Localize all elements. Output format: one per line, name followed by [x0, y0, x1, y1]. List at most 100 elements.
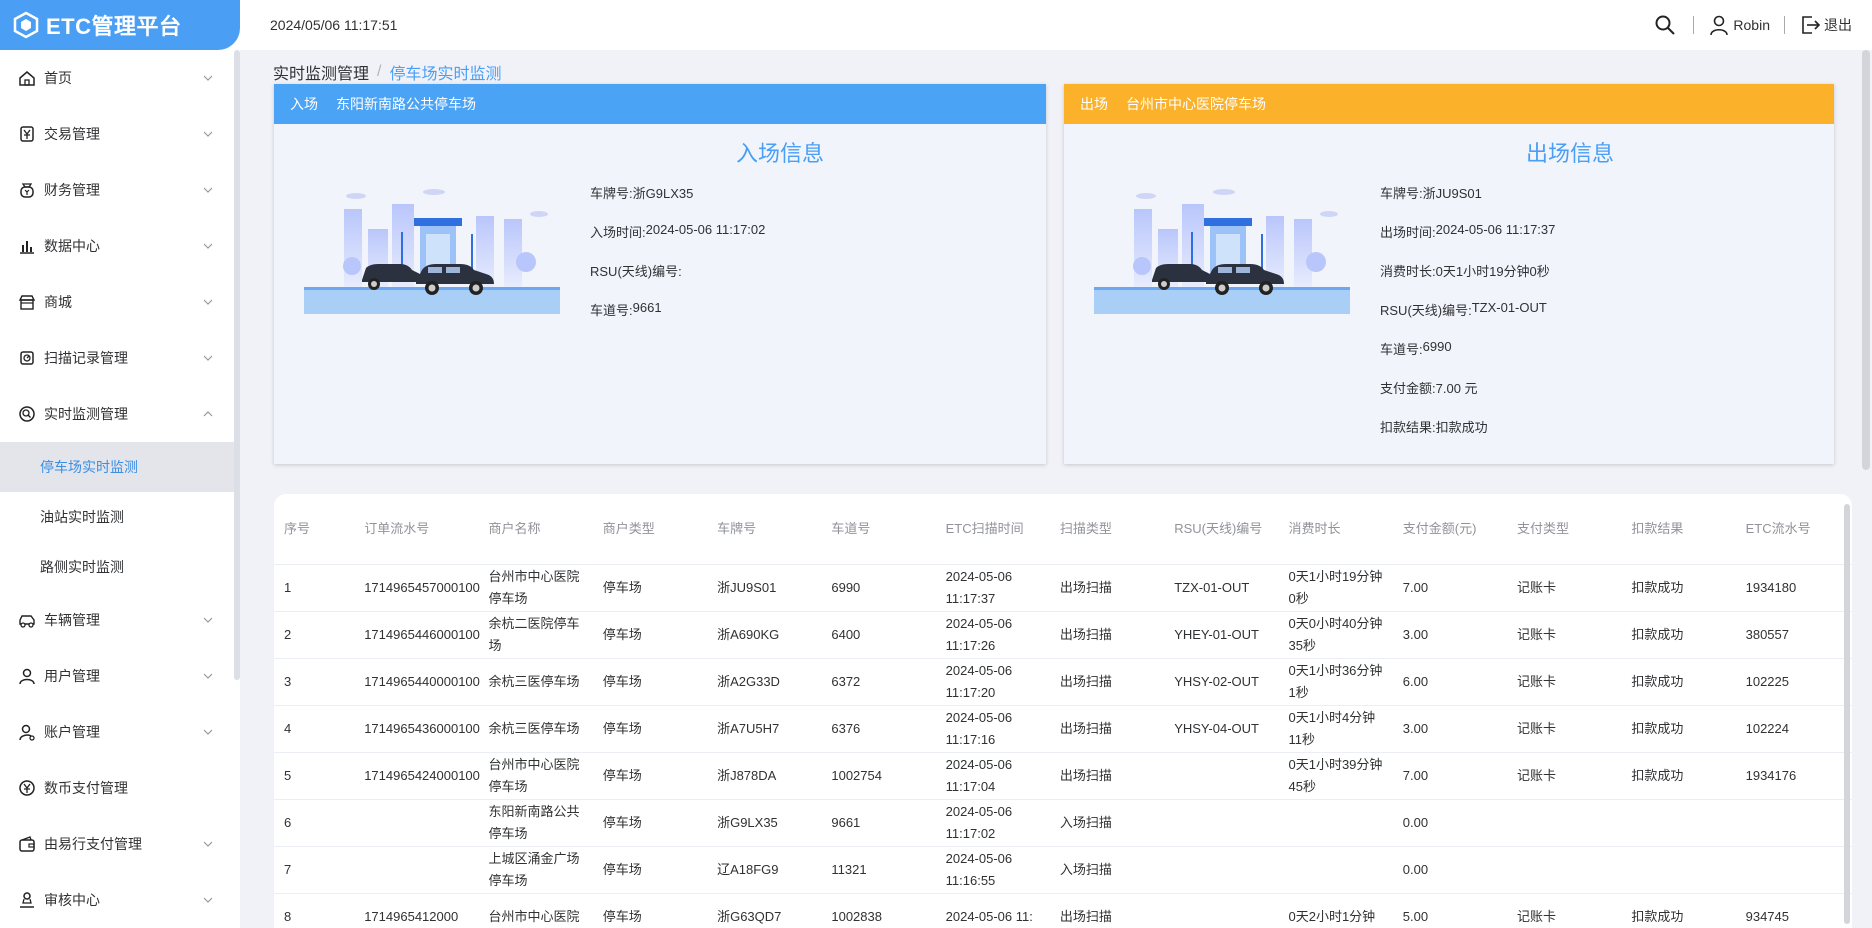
- sidebar-item-0[interactable]: 首页: [0, 50, 240, 106]
- sidebar-item-6[interactable]: 实时监测管理: [0, 386, 240, 442]
- table-row[interactable]: 5 1714965424000100 台州市中心医院停车场 停车场 浙J878DA 100…: [274, 752, 1852, 800]
- column-header[interactable]: 序号: [274, 494, 355, 565]
- column-header[interactable]: ETC扫描时间: [935, 494, 1050, 565]
- chevron-up-icon: [203, 411, 213, 417]
- sidebar-scrollbar[interactable]: [234, 50, 240, 680]
- table-row[interactable]: 2 1714965446000100 余杭二医院停车场 停车场 浙A690KG 6400 2…: [274, 611, 1852, 659]
- sidebar-item-3[interactable]: 数据中心: [0, 218, 240, 274]
- column-header[interactable]: 商户名称: [478, 494, 593, 565]
- table-cell: 停车场: [592, 564, 708, 612]
- user-menu[interactable]: Robin: [1708, 14, 1770, 36]
- sidebar-item-11[interactable]: 由易行支付管理: [0, 816, 240, 872]
- column-header[interactable]: ETC流水号: [1735, 494, 1852, 565]
- sidebar-menu: 首页 交易管理 财务管理数据中心商城扫描记录管理 实时监测管理 停车场实时监测 油站实时监…: [0, 50, 240, 928]
- table-cell: YHEY-01-OUT: [1164, 611, 1279, 659]
- sidebar-item-10[interactable]: 数币支付管理: [0, 760, 240, 816]
- table-cell: 5: [274, 752, 355, 800]
- logout-button[interactable]: 退出: [1799, 14, 1852, 36]
- table-cell: [1164, 893, 1279, 928]
- exit-info-row: 出场时间: 2024-05-06 11:17:37: [1380, 222, 1555, 261]
- sidebar-subitem-1[interactable]: 油站实时监测: [0, 492, 240, 542]
- table-cell: 扣款成功: [1621, 658, 1736, 706]
- sidebar-item-label: 数据中心: [44, 238, 100, 254]
- logo-icon: [13, 11, 39, 39]
- info-label: 入场时间:: [590, 225, 646, 240]
- table-cell: 9661: [821, 799, 936, 847]
- app-logo[interactable]: ETC管理平台: [0, 0, 240, 50]
- table-cell: 浙A7U5H7: [707, 705, 822, 753]
- main-scrollbar[interactable]: [1862, 50, 1870, 470]
- sidebar-item-8[interactable]: 用户管理: [0, 648, 240, 704]
- sidebar-item-9[interactable]: 账户管理: [0, 704, 240, 760]
- info-value: 扣款成功: [1435, 420, 1488, 435]
- table-row[interactable]: 6 东阳新南路公共停车场 停车场 浙G9LX35 9661 2024-05-06 11:1…: [274, 799, 1852, 847]
- store-icon: [18, 295, 36, 310]
- table-cell: 934745: [1735, 893, 1852, 928]
- table-scrollbar[interactable]: [1844, 504, 1850, 924]
- breadcrumb-item-monitor[interactable]: 实时监测管理: [273, 60, 369, 84]
- column-header[interactable]: 消费时长: [1278, 494, 1393, 565]
- table-cell: 停车场: [592, 705, 708, 753]
- table-cell: 记账卡: [1507, 564, 1622, 612]
- sidebar-subitem-0[interactable]: 停车场实时监测: [0, 442, 240, 492]
- entry-type-label: 入场: [290, 96, 318, 112]
- table-row[interactable]: 8 1714965412000 台州市中心医院 停车场 浙G63QD7 1002838 20…: [274, 893, 1852, 928]
- table-cell: 1714965446000100: [354, 611, 480, 659]
- table-cell: 6.00: [1392, 658, 1508, 706]
- table-cell: 0.00: [1392, 846, 1508, 894]
- table-cell: 入场扫描: [1049, 799, 1165, 847]
- sidebar-item-label: 商城: [44, 294, 72, 310]
- column-header[interactable]: 支付类型: [1507, 494, 1622, 565]
- table-cell: 1714965440000100: [354, 658, 480, 706]
- sidebar-item-12[interactable]: 审核中心: [0, 872, 240, 928]
- sidebar-item-5[interactable]: 扫描记录管理: [0, 330, 240, 386]
- table-cell: 出场扫描: [1049, 658, 1165, 706]
- table-row[interactable]: 7 上城区涌金广场停车场 停车场 辽A18FG9 11321 2024-05-06 11:…: [274, 846, 1852, 894]
- table-cell: 出场扫描: [1049, 611, 1165, 659]
- column-header[interactable]: RSU(天线)编号: [1164, 494, 1279, 565]
- table-row[interactable]: 4 1714965436000100 余杭三医停车场 停车场 浙A7U5H7 6376 20…: [274, 705, 1852, 753]
- records-table-container: 序号 订单流水号 商户名称 商户类型 车牌号 车道号 ETC扫描时间 扫描类型 RSU(天线)编…: [274, 494, 1852, 928]
- table-cell: [1278, 799, 1393, 847]
- search-button[interactable]: [1654, 14, 1679, 36]
- table-cell: [1164, 752, 1279, 800]
- exit-info-row: 支付金额: 7.00 元: [1380, 378, 1555, 417]
- table-cell: [354, 846, 479, 894]
- column-header[interactable]: 扫描类型: [1049, 494, 1165, 565]
- table-cell: [1278, 846, 1393, 894]
- chevron-down-icon: [203, 673, 213, 679]
- table-cell: 1: [274, 564, 355, 612]
- info-value: 浙G9LX35: [632, 186, 694, 201]
- info-label: 消费时长:: [1380, 264, 1436, 279]
- table-cell: 记账卡: [1507, 705, 1622, 753]
- table-cell: 1714965424000100: [354, 752, 480, 800]
- column-header[interactable]: 扣款结果: [1621, 494, 1736, 565]
- info-value: 0天1小时19分钟0秒: [1435, 264, 1550, 279]
- column-header[interactable]: 车牌号: [707, 494, 822, 565]
- sidebar-item-7[interactable]: 车辆管理: [0, 592, 240, 648]
- table-row[interactable]: 3 1714965440000100 余杭三医停车场 停车场 浙A2G33D 6372 20…: [274, 658, 1852, 706]
- sidebar-item-1[interactable]: 交易管理: [0, 106, 240, 162]
- sidebar-item-4[interactable]: 商城: [0, 274, 240, 330]
- money-bag-icon: [20, 183, 34, 198]
- account-icon: [19, 724, 35, 741]
- table-cell: 6372: [821, 658, 936, 706]
- table-row[interactable]: 1 1714965457000100 台州市中心医院停车场 停车场 浙JU9S01 699…: [274, 564, 1852, 612]
- table-cell: 扣款成功: [1621, 564, 1736, 612]
- column-header[interactable]: 支付金额(元): [1392, 494, 1508, 565]
- sidebar-item-2[interactable]: 财务管理: [0, 162, 240, 218]
- chevron-down-icon: [203, 617, 213, 623]
- column-header[interactable]: 商户类型: [592, 494, 708, 565]
- table-cell: 4: [274, 705, 355, 753]
- table-cell: 0天1小时19分钟0秒: [1278, 564, 1393, 612]
- column-header[interactable]: 订单流水号: [354, 494, 479, 565]
- parking-gate-illustration: [304, 189, 560, 314]
- column-header[interactable]: 车道号: [821, 494, 936, 565]
- table-cell: 浙J878DA: [707, 752, 822, 800]
- exit-panel: 出场 台州市中心医院停车场 出场信息 车牌号: 浙JU9S01 出场时间: 2024-…: [1064, 84, 1834, 464]
- header-datetime: 2024/05/06 11:17:51: [270, 17, 398, 33]
- table-cell: 0天1小时36分钟1秒: [1278, 658, 1393, 706]
- sidebar-subitem-2[interactable]: 路侧实时监测: [0, 542, 240, 592]
- table-cell: 7: [274, 846, 355, 894]
- exit-info-list: 车牌号: 浙JU9S01 出场时间: 2024-05-06 11:17:37 消费时长:…: [1380, 183, 1555, 456]
